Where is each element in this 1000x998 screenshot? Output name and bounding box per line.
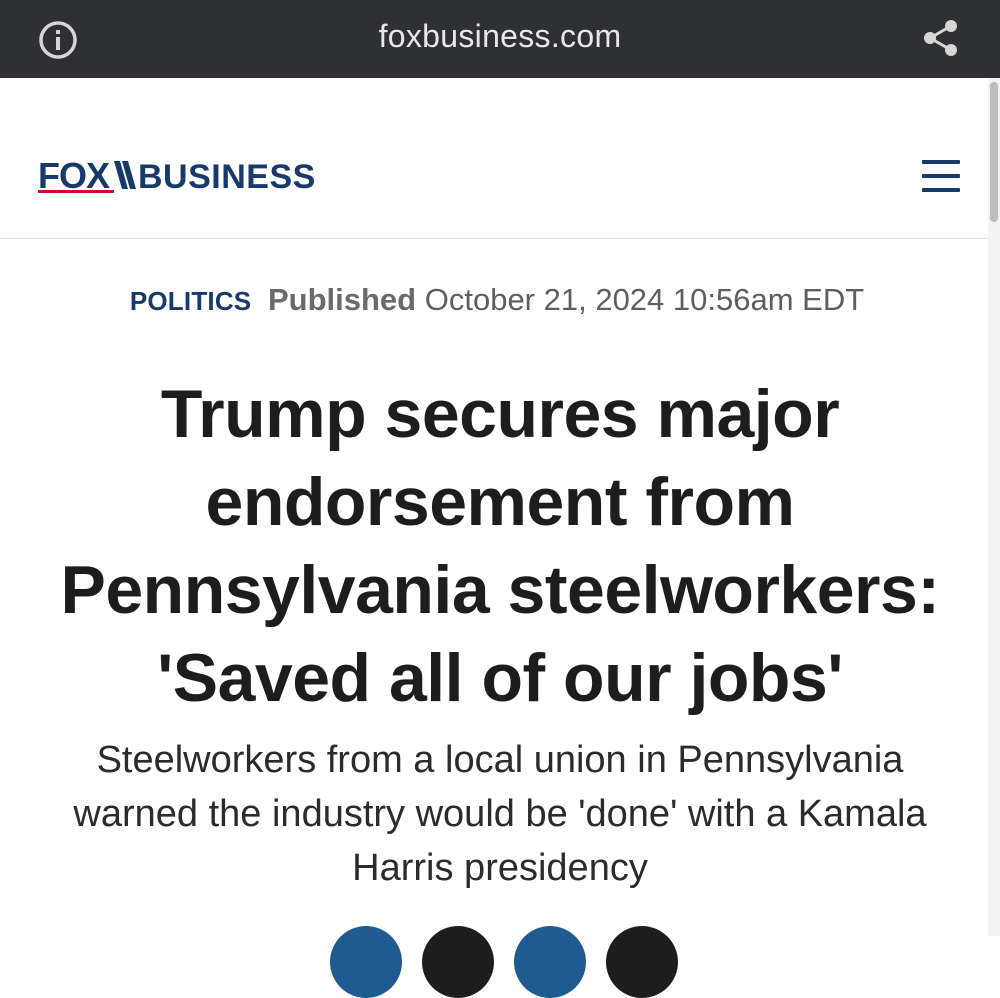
article-meta: POLITICS Published October 21, 2024 10:5… xyxy=(0,282,994,318)
hamburger-menu-icon[interactable] xyxy=(920,158,962,194)
page-scrollbar[interactable] xyxy=(988,78,1000,936)
published-label: Published xyxy=(267,282,417,317)
url-display[interactable]: foxbusiness.com xyxy=(0,18,1000,55)
fox-business-logo[interactable]: FOX BUSINESS xyxy=(38,158,356,194)
logo-business-text: BUSINESS xyxy=(138,158,316,194)
browser-top-bar: foxbusiness.com xyxy=(0,0,1000,78)
x-share-icon[interactable] xyxy=(422,926,494,998)
linkedin-share-icon[interactable] xyxy=(514,926,586,998)
share-buttons-row xyxy=(330,926,678,998)
scrollbar-thumb[interactable] xyxy=(990,82,998,222)
share-icon[interactable] xyxy=(922,18,960,58)
email-share-icon[interactable] xyxy=(606,926,678,998)
article-subheadline: Steelworkers from a local union in Penns… xyxy=(73,739,927,889)
article-headline: Trump secures major endorsement from Pen… xyxy=(60,376,940,716)
published-date: October 21, 2024 10:56am EDT xyxy=(424,282,865,317)
facebook-share-icon[interactable] xyxy=(330,926,402,998)
logo-fox-text: FOX xyxy=(38,158,110,194)
site-header: FOX BUSINESS xyxy=(0,78,1000,239)
category-link[interactable]: POLITICS xyxy=(130,286,252,316)
